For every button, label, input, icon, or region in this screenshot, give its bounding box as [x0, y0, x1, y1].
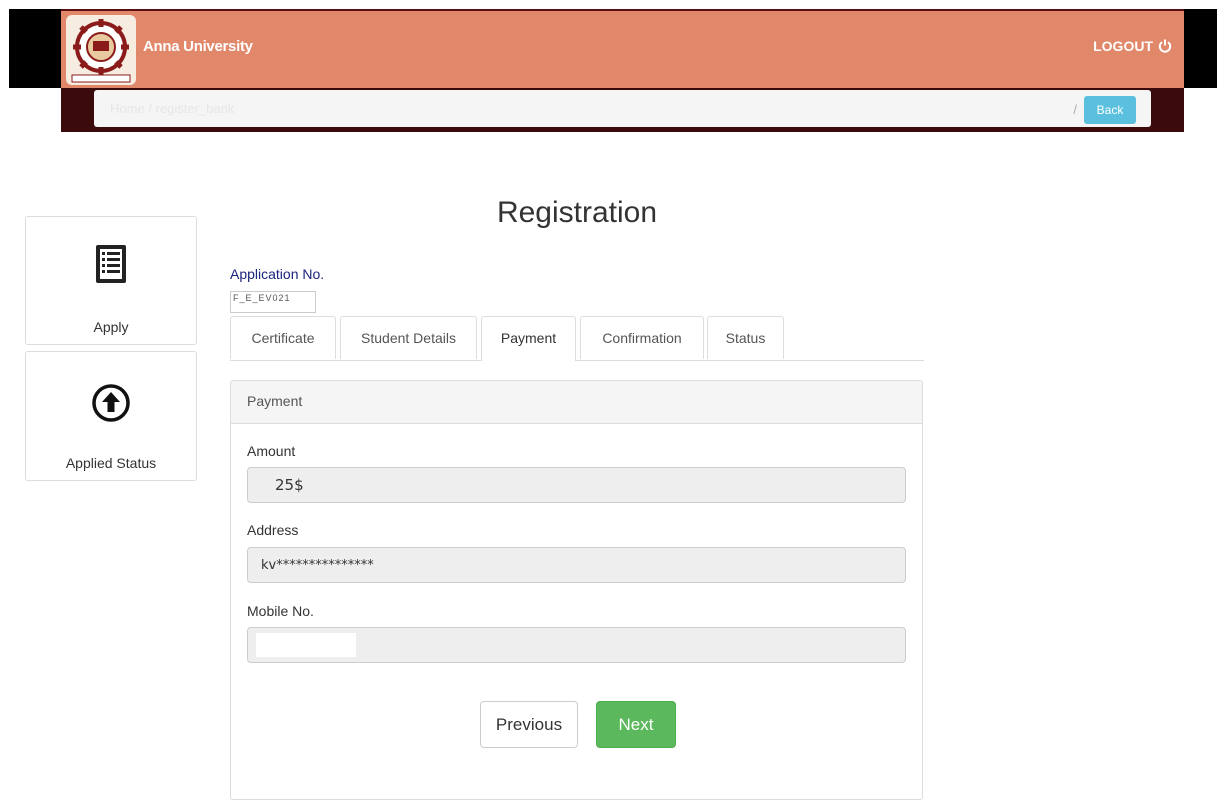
power-icon [1158, 39, 1172, 53]
tab-student-details[interactable]: Student Details [340, 316, 477, 359]
back-button[interactable]: Back [1084, 96, 1136, 124]
payment-panel: Payment Amount 25$ Address kv***********… [230, 380, 923, 800]
amount-field[interactable]: 25$ [247, 467, 906, 503]
breadcrumb: Home / register_bank / Back [94, 90, 1151, 127]
form-tabs: Certificate Student Details Payment Conf… [230, 316, 924, 361]
application-no-label: Application No. [230, 266, 325, 282]
brand-name: Anna University [143, 38, 253, 55]
upload-circle-icon [92, 384, 130, 422]
breadcrumb-home-link[interactable]: Home [110, 101, 145, 116]
top-navbar: Anna University LOGOUT [61, 11, 1184, 88]
logout-label: LOGOUT [1093, 38, 1153, 54]
breadcrumb-current: register_bank [155, 101, 235, 116]
tab-certificate[interactable]: Certificate [230, 316, 336, 359]
window-left-edge [9, 9, 61, 88]
university-seal-icon [71, 19, 131, 83]
application-no-value: F_E_EV021 [230, 291, 316, 313]
logout-button[interactable]: LOGOUT [1093, 38, 1172, 54]
amount-value: 25$ [275, 476, 304, 494]
breadcrumb-separator: / [148, 101, 156, 116]
previous-button[interactable]: Previous [480, 701, 578, 748]
apply-card[interactable]: Apply [25, 216, 197, 345]
redaction-mask [256, 633, 356, 657]
address-value: kv*************** [261, 558, 374, 573]
mobile-field[interactable] [247, 627, 906, 663]
page-title: Registration [496, 196, 658, 229]
apply-card-label: Apply [93, 319, 129, 335]
tab-confirmation[interactable]: Confirmation [580, 316, 704, 359]
panel-heading: Payment [231, 381, 922, 424]
next-button[interactable]: Next [596, 701, 676, 748]
address-label: Address [247, 522, 299, 538]
breadcrumb-separator-right: / [1073, 102, 1077, 117]
mobile-label: Mobile No. [247, 603, 314, 619]
applied-status-card[interactable]: Applied Status [25, 351, 197, 481]
address-field[interactable]: kv*************** [247, 547, 906, 583]
amount-label: Amount [247, 443, 296, 459]
university-logo [66, 15, 136, 85]
list-icon [96, 245, 126, 283]
tab-status[interactable]: Status [707, 316, 784, 359]
tab-payment[interactable]: Payment [481, 316, 576, 361]
applied-status-card-label: Applied Status [65, 455, 157, 471]
window-right-edge [1184, 9, 1217, 88]
